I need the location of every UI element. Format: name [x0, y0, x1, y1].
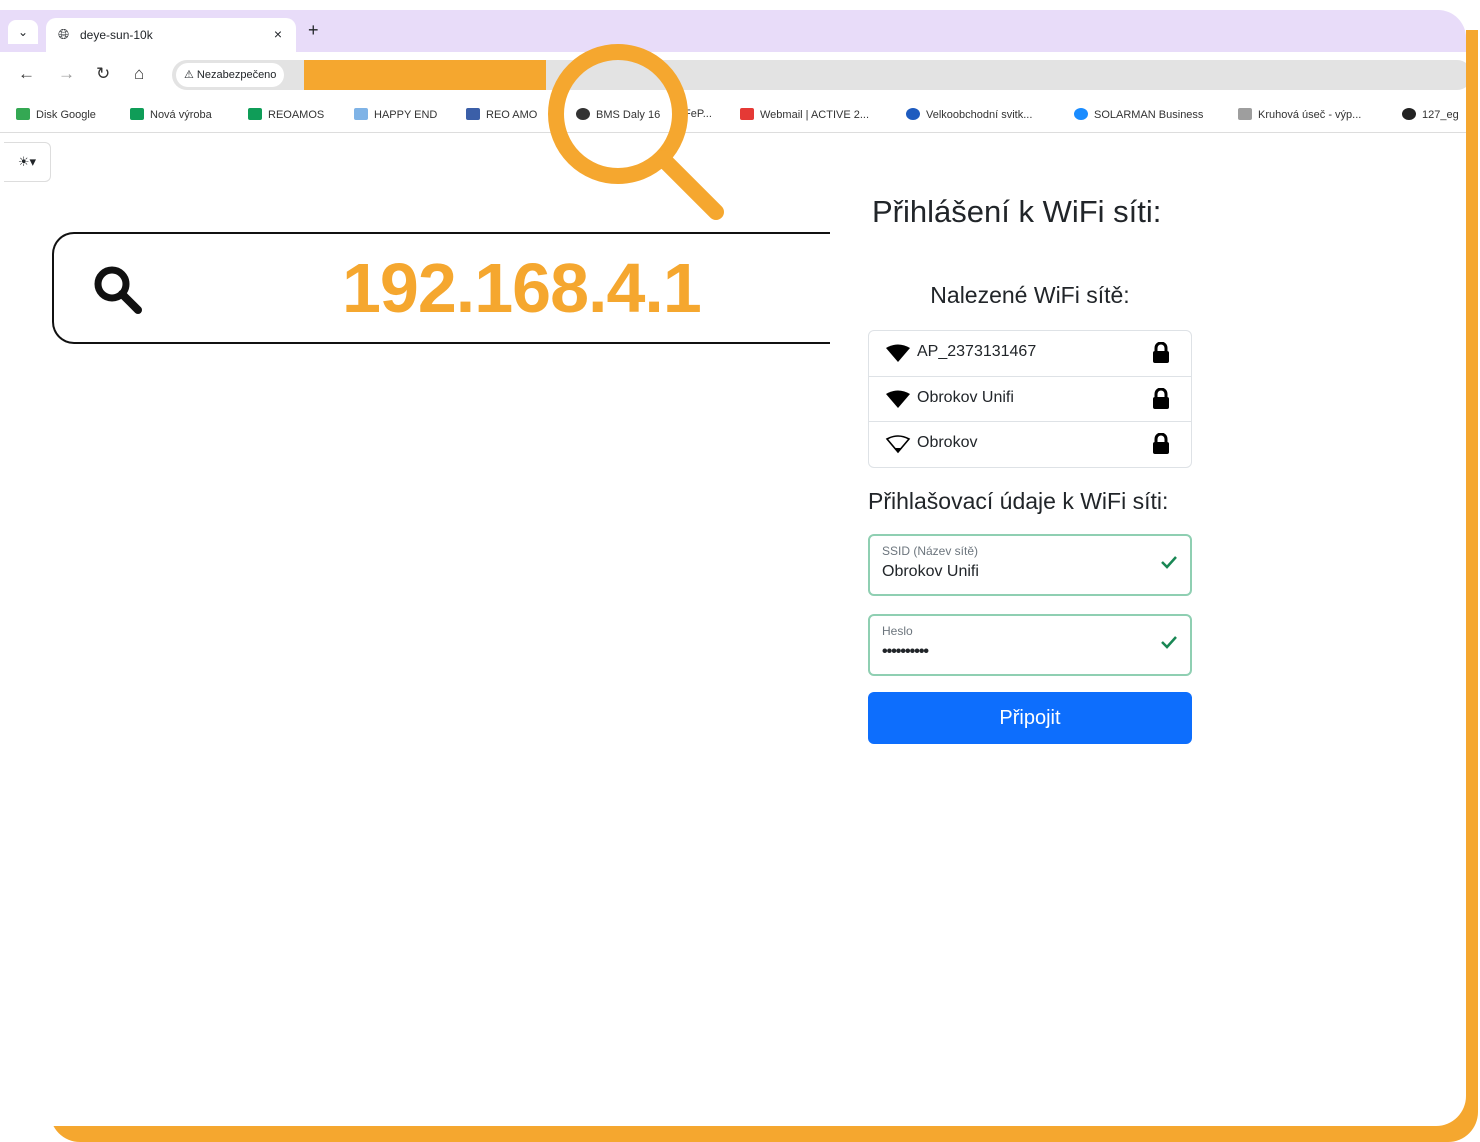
home-icon[interactable]: ⌂ [134, 64, 144, 84]
ssid-input[interactable]: Obrokov Unifi [882, 563, 1142, 581]
tab-active[interactable]: 🌐︎ deye-sun-10k × [46, 18, 296, 52]
wifi-list: AP_2373131467 Obrokov Unifi Obrokov [868, 330, 1192, 468]
reload-icon[interactable]: ↻ [96, 64, 110, 84]
page-title: Přihlášení k WiFi síti: [872, 194, 1162, 229]
networks-heading: Nalezené WiFi sítě: [930, 282, 1130, 308]
sun-icon: ☀▾ [17, 154, 37, 169]
connect-button[interactable]: Připojit [868, 692, 1192, 744]
he-icon [354, 108, 368, 120]
tab-title: deye-sun-10k [80, 28, 153, 42]
browser-window: ⌄ 🌐︎ deye-sun-10k × + ← → ↻ ⌂ ⚠ Nezabezp… [0, 0, 1466, 1126]
shop-icon [906, 108, 920, 120]
globe-icon: 🌐︎ [58, 26, 70, 42]
bookmark-item[interactable]: 127_eg [1402, 108, 1459, 121]
search-bar[interactable]: 192.168.4.1 [52, 232, 854, 344]
reo-icon [466, 108, 480, 120]
lock-icon [1153, 433, 1169, 454]
bookmark-item[interactable]: REO AMO [466, 108, 537, 121]
globe-icon [1402, 108, 1416, 120]
search-value: 192.168.4.1 [342, 249, 702, 327]
credentials-heading: Přihlašovací údaje k WiFi síti: [868, 488, 1169, 514]
list-item[interactable]: AP_2373131467 [869, 331, 1191, 376]
bookmark-item[interactable]: Disk Google [16, 108, 96, 121]
wifi-name: Obrokov [917, 434, 978, 451]
magnifier-icon [548, 44, 724, 220]
security-indicator[interactable]: ⚠ Nezabezpečeno [176, 63, 285, 87]
search-icon [94, 266, 142, 314]
chevron-down-icon: ⌄ [17, 25, 29, 39]
wifi-login-panel: Přihlášení k WiFi síti: Nalezené WiFi sí… [830, 180, 1230, 780]
bookmark-item[interactable]: HAPPY END [354, 108, 437, 121]
sheets-icon [130, 108, 144, 120]
new-tab-button[interactable]: + [308, 20, 319, 41]
password-label: Heslo [882, 624, 913, 638]
lock-icon [1153, 388, 1169, 409]
bookmark-item[interactable]: Webmail | ACTIVE 2... [740, 108, 869, 121]
check-icon [1161, 636, 1177, 649]
wifi-weak-icon [885, 435, 911, 454]
bookmark-item[interactable]: SOLARMAN Business [1074, 108, 1203, 121]
wifi-full-icon [886, 390, 910, 408]
drive-icon [16, 108, 30, 120]
wifi-name: Obrokov Unifi [917, 389, 1014, 406]
password-input[interactable]: •••••••••• [882, 643, 1142, 661]
address-bar[interactable]: ⚠ Nezabezpečeno [172, 60, 1466, 90]
bookmark-item[interactable]: REOAMOS [248, 108, 324, 121]
wifi-name: AP_2373131467 [917, 343, 1037, 360]
bookmark-item[interactable]: Kruhová úseč - výp... [1238, 108, 1361, 121]
password-field[interactable]: Heslo •••••••••• [868, 614, 1192, 676]
wifi-full-icon [886, 344, 910, 362]
tab-search-button[interactable]: ⌄ [8, 20, 38, 44]
solarman-icon [1074, 108, 1088, 120]
list-item[interactable]: Obrokov Unifi [869, 376, 1191, 422]
theme-toggle-button[interactable]: ☀▾ [4, 142, 51, 182]
bookmark-item[interactable]: Nová výroba [130, 108, 212, 121]
ssid-field[interactable]: SSID (Název sítě) Obrokov Unifi [868, 534, 1192, 596]
tab-close-button[interactable]: × [274, 26, 282, 42]
forward-icon[interactable]: → [58, 64, 75, 84]
url-redaction [304, 60, 546, 90]
back-icon[interactable]: ← [18, 64, 35, 84]
mail-icon [740, 108, 754, 120]
lock-icon [1153, 342, 1169, 363]
bookmark-item[interactable]: Velkoobchodní svitk... [906, 108, 1032, 121]
ssid-label: SSID (Název sítě) [882, 544, 979, 558]
list-item[interactable]: Obrokov [869, 421, 1191, 467]
calc-icon [1238, 108, 1252, 120]
check-icon [1161, 556, 1177, 569]
sheets-icon [248, 108, 262, 120]
